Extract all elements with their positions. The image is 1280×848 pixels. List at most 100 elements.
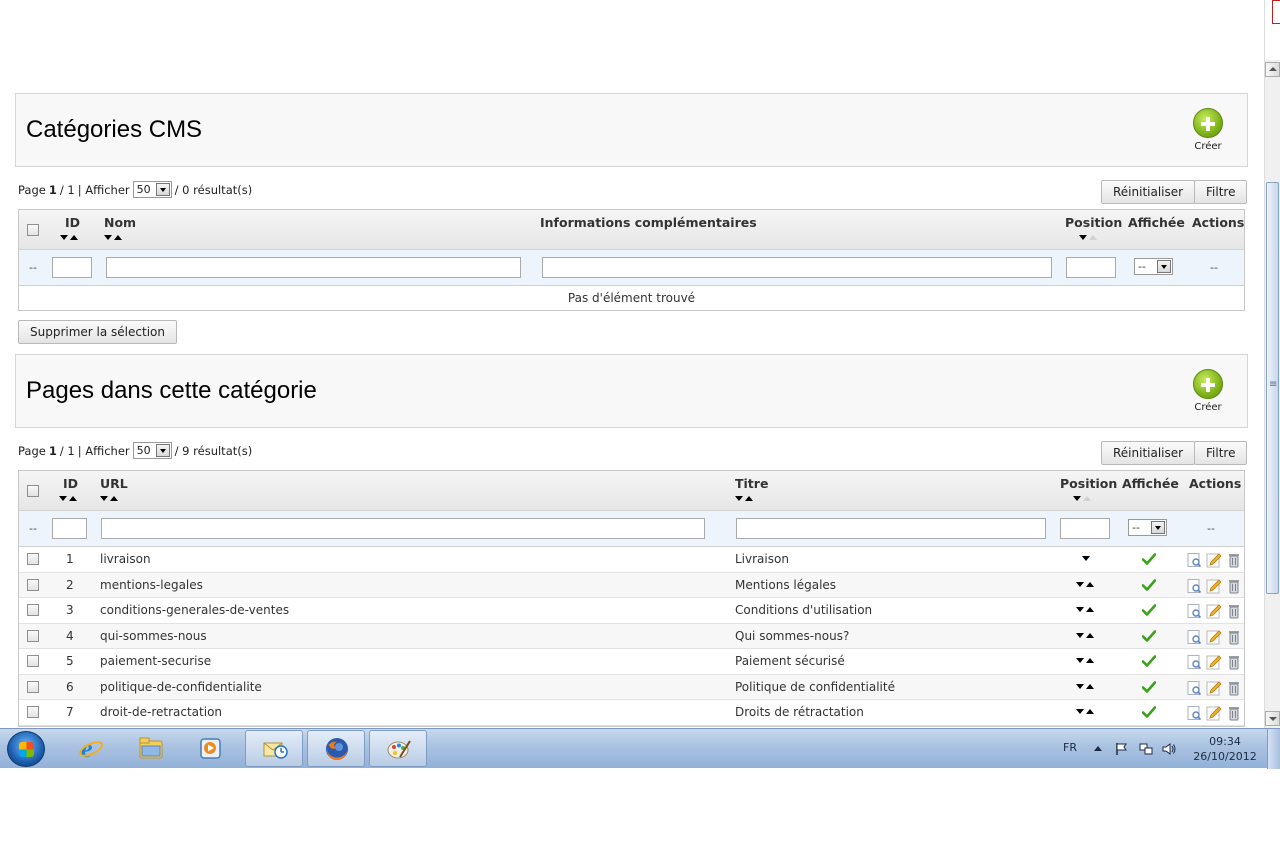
sort-desc-icon[interactable] — [59, 496, 67, 501]
green-check-icon[interactable] — [1142, 705, 1156, 719]
move-down-icon[interactable] — [1082, 556, 1090, 561]
scrollbar-thumb[interactable] — [1266, 182, 1279, 594]
move-up-icon[interactable] — [1086, 658, 1094, 663]
move-up-icon[interactable] — [1086, 607, 1094, 612]
table-row[interactable]: 7 droit-de-retractation Droits de rétracta… — [19, 700, 1244, 726]
sort-asc-icon[interactable] — [114, 235, 122, 240]
row-position-arrows[interactable] — [1076, 607, 1094, 612]
view-icon[interactable] — [1186, 654, 1202, 670]
row-checkbox[interactable] — [27, 604, 39, 616]
view-icon[interactable] — [1186, 705, 1202, 721]
select-all-checkbox[interactable] — [27, 485, 39, 497]
per-page-select[interactable]: 50 — [132, 181, 172, 198]
move-down-icon[interactable] — [1076, 607, 1084, 612]
filter-url-input[interactable] — [101, 518, 705, 539]
green-check-icon[interactable] — [1142, 552, 1156, 566]
volume-icon[interactable] — [1162, 742, 1176, 756]
trash-icon[interactable] — [1226, 578, 1242, 594]
green-check-icon[interactable] — [1142, 603, 1156, 617]
green-check-icon[interactable] — [1142, 680, 1156, 694]
trash-icon[interactable] — [1226, 629, 1242, 645]
filter-button[interactable]: Filtre — [1194, 441, 1248, 465]
taskbar-file-explorer[interactable] — [122, 730, 180, 767]
sort-asc-icon[interactable] — [1083, 496, 1091, 501]
language-indicator[interactable]: FR — [1063, 741, 1077, 754]
trash-icon[interactable] — [1226, 552, 1242, 568]
taskbar-internet-explorer[interactable]: e — [62, 730, 120, 767]
move-down-icon[interactable] — [1076, 683, 1084, 689]
scroll-up-arrow-icon[interactable] — [1265, 62, 1280, 77]
table-row[interactable]: 2 mentions-legales Mentions légales — [19, 572, 1244, 598]
sort-name[interactable] — [104, 235, 122, 240]
taskbar-paint[interactable] — [369, 730, 427, 767]
edit-pencil-icon[interactable] — [1206, 705, 1222, 721]
table-row[interactable]: 1 livraison Livraison — [19, 547, 1244, 573]
row-position-arrows[interactable] — [1082, 556, 1090, 561]
sort-url[interactable] — [100, 496, 118, 501]
table-row[interactable]: 5 paiement-securise Paiement sécurisé — [19, 649, 1244, 675]
reset-button[interactable]: Réinitialiser — [1101, 180, 1196, 204]
action-center-flag-icon[interactable] — [1115, 742, 1129, 756]
filter-id-input[interactable] — [52, 257, 92, 278]
sort-asc-icon[interactable] — [745, 496, 753, 501]
view-icon[interactable] — [1186, 578, 1202, 594]
sort-desc-icon[interactable] — [1073, 496, 1081, 501]
sort-id[interactable] — [59, 496, 77, 501]
taskbar-outlook[interactable] — [245, 730, 303, 767]
filter-button[interactable]: Filtre — [1194, 180, 1248, 204]
sort-asc-icon[interactable] — [110, 496, 118, 501]
trash-icon[interactable] — [1226, 680, 1242, 696]
filter-name-input[interactable] — [106, 257, 521, 278]
scroll-down-arrow-icon[interactable] — [1265, 711, 1280, 726]
table-row[interactable]: 6 politique-de-confidentialite Politique d… — [19, 674, 1244, 700]
row-position-arrows[interactable] — [1076, 658, 1094, 663]
row-position-arrows[interactable] — [1076, 709, 1094, 714]
network-icon[interactable] — [1139, 742, 1153, 756]
start-button-icon[interactable] — [7, 731, 45, 767]
taskbar-firefox[interactable] — [307, 730, 365, 767]
trash-icon[interactable] — [1226, 603, 1242, 619]
green-check-icon[interactable] — [1142, 578, 1156, 592]
sort-position[interactable] — [1073, 496, 1091, 501]
sort-desc-icon[interactable] — [735, 496, 743, 501]
create-page-button[interactable]: Créer — [1191, 369, 1225, 413]
move-up-icon[interactable] — [1086, 683, 1094, 689]
show-desktop-button[interactable] — [1267, 729, 1280, 769]
sort-desc-icon[interactable] — [1079, 235, 1087, 240]
create-category-button[interactable]: Créer — [1191, 108, 1225, 152]
delete-selection-button[interactable]: Supprimer la sélection — [18, 320, 177, 344]
taskbar-media-player[interactable] — [182, 730, 240, 767]
edit-pencil-icon[interactable] — [1206, 680, 1222, 696]
row-checkbox[interactable] — [27, 578, 39, 591]
view-icon[interactable] — [1186, 552, 1202, 568]
green-check-icon[interactable] — [1142, 629, 1156, 643]
view-icon[interactable] — [1186, 680, 1202, 696]
table-row[interactable]: 4 qui-sommes-nous Qui sommes-nous? — [19, 623, 1244, 649]
edit-pencil-icon[interactable] — [1206, 629, 1222, 645]
system-clock[interactable]: 09:34 26/10/2012 — [1190, 734, 1260, 764]
green-check-icon[interactable] — [1142, 654, 1156, 668]
sort-asc-icon[interactable] — [70, 235, 78, 240]
filter-info-input[interactable] — [542, 257, 1052, 278]
sort-desc-icon[interactable] — [60, 235, 68, 240]
filter-displayed-select[interactable]: -- — [1128, 519, 1167, 536]
vertical-scrollbar[interactable] — [1264, 0, 1280, 728]
sort-desc-icon[interactable] — [100, 496, 108, 501]
move-up-icon[interactable] — [1086, 709, 1094, 714]
move-down-icon[interactable] — [1076, 632, 1084, 638]
select-all-checkbox[interactable] — [27, 224, 39, 236]
move-down-icon[interactable] — [1076, 581, 1084, 587]
filter-id-input[interactable] — [52, 518, 87, 539]
row-checkbox[interactable] — [27, 629, 39, 642]
sort-asc-icon[interactable] — [69, 496, 77, 501]
filter-position-input[interactable] — [1060, 518, 1110, 539]
reset-button[interactable]: Réinitialiser — [1101, 441, 1196, 465]
trash-icon[interactable] — [1226, 705, 1242, 721]
edit-pencil-icon[interactable] — [1206, 578, 1222, 594]
table-row[interactable]: 3 conditions-generales-de-ventes Condition… — [19, 598, 1244, 624]
filter-displayed-select[interactable]: -- — [1134, 258, 1173, 275]
row-checkbox[interactable] — [27, 706, 39, 718]
filter-title-input[interactable] — [736, 518, 1046, 539]
move-down-icon[interactable] — [1076, 709, 1084, 714]
row-checkbox[interactable] — [27, 655, 39, 667]
